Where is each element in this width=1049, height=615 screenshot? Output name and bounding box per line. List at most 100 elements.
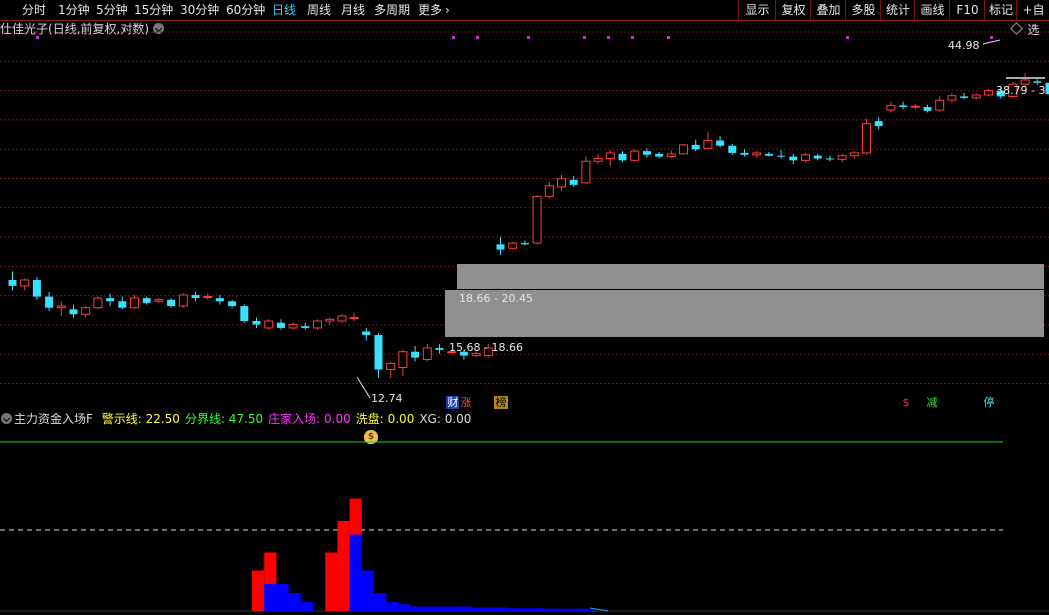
overlay-button[interactable]: 叠加 (810, 0, 846, 20)
money-flow-bar-blue (386, 602, 399, 611)
money-flow-bar-blue (398, 604, 411, 611)
period-tab-weekly[interactable]: 周线 (307, 2, 331, 18)
candle-body-down (106, 298, 115, 302)
money-flow-bar-blue (544, 608, 557, 611)
candle-body-down (642, 151, 651, 155)
candle-body-down (167, 299, 176, 307)
display-button[interactable]: 显示 (738, 0, 776, 20)
candle-body-up (130, 297, 139, 309)
multi-stock-button[interactable]: 多股 (845, 0, 881, 20)
indicator-name[interactable]: 主力资金入场F (14, 412, 93, 426)
candle-body-up (93, 297, 103, 309)
f10-button[interactable]: F10 (949, 0, 985, 20)
candle-body-down (32, 279, 41, 297)
candle-body-down (618, 153, 627, 161)
period-tab-intraday[interactable]: 分时 (22, 2, 46, 18)
candle-body-down (716, 140, 725, 146)
event-dot (452, 36, 455, 39)
money-flow-bar-blue (496, 607, 509, 611)
period-tab-more[interactable]: 更多 › (418, 2, 450, 18)
candle-body-up (935, 99, 945, 111)
earnings-signal-icon[interactable]: 财 (446, 396, 460, 409)
limit-up-signal-icon[interactable]: 涨 (459, 396, 473, 409)
ranking-signal-icon[interactable]: 榜 (494, 396, 508, 409)
candle-body-down (374, 335, 383, 370)
event-dot (36, 36, 39, 39)
candle-body-down (777, 155, 786, 157)
money-flow-bar-blue (276, 584, 289, 611)
money-flow-bar-red (252, 570, 265, 611)
candle-body-down (655, 153, 664, 157)
period-tab-1min[interactable]: 1分钟 (58, 2, 90, 18)
stats-button[interactable]: 统计 (880, 0, 915, 20)
candle-body-down (813, 155, 822, 159)
candle-body-up (508, 242, 518, 249)
period-tab-30min[interactable]: 30分钟 (180, 2, 219, 18)
candle-body-down (923, 106, 932, 111)
candle-body-up (178, 294, 188, 307)
candle-body-up (971, 94, 981, 99)
chevron-down-icon[interactable] (1, 413, 12, 424)
halt-signal-icon[interactable]: 停 (982, 396, 996, 409)
candle-body-up (593, 157, 603, 162)
money-flow-bar-blue (300, 602, 313, 611)
period-tab-5min[interactable]: 5分钟 (96, 2, 128, 18)
money-flow-bar-blue (374, 593, 387, 611)
candle-body-up (203, 296, 213, 299)
money-flow-chart[interactable] (0, 427, 1049, 615)
high-arrow-line (982, 39, 1001, 45)
period-tab-15min[interactable]: 15分钟 (134, 2, 173, 18)
adjust-button[interactable]: 复权 (775, 0, 811, 20)
money-flow-bar-blue (581, 608, 594, 611)
period-tab-60min[interactable]: 60分钟 (226, 2, 265, 18)
candle-body-down (252, 321, 261, 325)
candle-body-down (215, 298, 224, 302)
zone-upper-label: 18.66 - 20.45 (459, 292, 533, 305)
event-dot (846, 36, 849, 39)
candle-body-down (301, 326, 310, 328)
candle-body-down (789, 156, 798, 161)
candle-body-down (142, 298, 151, 303)
candle-body-up (581, 160, 591, 184)
candle-body-down (118, 301, 127, 308)
candle-body-down (960, 96, 969, 98)
period-tab-multi[interactable]: 多周期 (374, 2, 410, 18)
candle-body-down (728, 145, 737, 153)
candle-body-down (1033, 81, 1042, 83)
candle-body-down (1045, 82, 1049, 95)
candle-body-up (703, 139, 713, 149)
xg-value: XG: 0.00 (419, 412, 472, 426)
candle-body-down (45, 296, 54, 308)
candle-body-up (154, 299, 164, 302)
candle-body-down (691, 144, 700, 150)
money-flow-bar-blue (520, 608, 533, 611)
candle-body-up (947, 95, 957, 101)
candle-body-down (569, 179, 578, 185)
candle-body-down (496, 244, 505, 250)
money-flow-bar-blue (483, 607, 496, 611)
candle-body-down (276, 322, 285, 328)
draw-button[interactable]: 画线 (914, 0, 950, 20)
current-range-label: 38.79 - 3 (996, 84, 1046, 97)
candle-body-up (264, 320, 274, 329)
money-flow-bar-blue (288, 593, 301, 611)
candle-body-up (313, 320, 322, 329)
period-tab-daily[interactable]: 日线 (272, 2, 296, 18)
dollar-signal-icon[interactable]: $ (899, 396, 913, 409)
low-arrow-line (356, 376, 371, 399)
add-watchlist-button[interactable]: +自选 (1016, 0, 1049, 37)
candle-body-down (191, 295, 200, 299)
indicator-header: 主力资金入场F 警示线: 22.50 分界线: 47.50 庄家入场: 0.00 洗盘… (0, 411, 476, 427)
low-price-label: 12.74 (371, 392, 403, 405)
event-dot (527, 36, 530, 39)
candle-body-up (386, 362, 396, 371)
period-tab-monthly[interactable]: 月线 (341, 2, 365, 18)
money-flow-bar-blue (422, 606, 435, 611)
candle-body-up (752, 152, 762, 156)
mark-button[interactable]: 标记 (984, 0, 1017, 20)
candlestick-chart[interactable] (0, 21, 1049, 411)
money-flow-bar-blue (557, 608, 570, 611)
reduce-signal-icon[interactable]: 减 (925, 396, 939, 409)
candle-body-up (544, 185, 554, 197)
candle-body-down (764, 153, 773, 156)
